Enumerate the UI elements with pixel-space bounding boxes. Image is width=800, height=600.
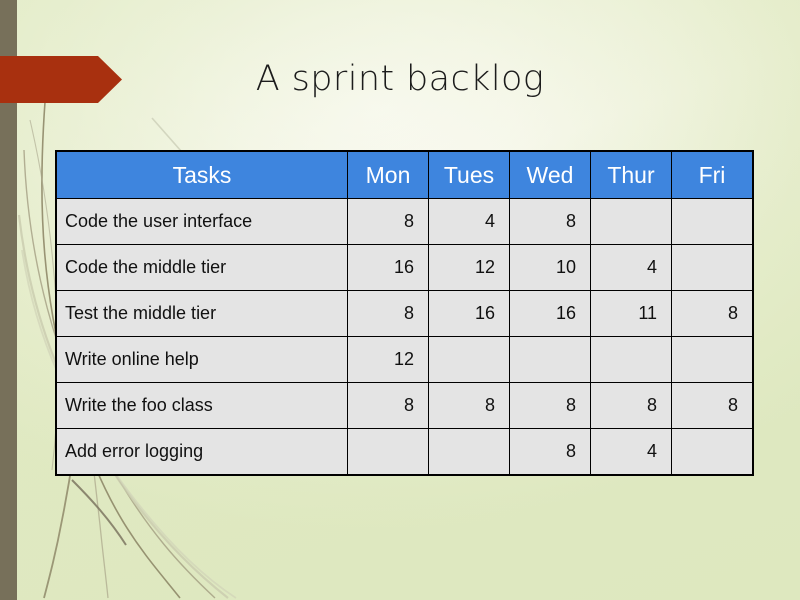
column-header-fri: Fri xyxy=(671,150,754,199)
hours-wed xyxy=(509,336,591,383)
page-title: A sprint backlog xyxy=(255,59,545,99)
hours-tues xyxy=(428,428,510,476)
hours-tues: 8 xyxy=(428,382,510,429)
hours-thur: 4 xyxy=(590,244,672,291)
hours-mon: 16 xyxy=(347,244,429,291)
task-name: Code the middle tier xyxy=(55,244,348,291)
hours-tues xyxy=(428,336,510,383)
hours-mon: 8 xyxy=(347,198,429,245)
hours-fri xyxy=(671,428,754,476)
hours-mon xyxy=(347,428,429,476)
task-name: Write online help xyxy=(55,336,348,383)
hours-thur: 11 xyxy=(590,290,672,337)
hours-thur xyxy=(590,336,672,383)
hours-fri: 8 xyxy=(671,290,754,337)
hours-fri xyxy=(671,244,754,291)
slide-canvas: A sprint backlog Tasks Mon Tues Wed Thur… xyxy=(0,0,800,600)
hours-tues: 16 xyxy=(428,290,510,337)
hours-tues: 4 xyxy=(428,198,510,245)
hours-wed: 16 xyxy=(509,290,591,337)
table-row: Test the middle tier 8 16 16 11 8 xyxy=(55,290,754,337)
table-body: Code the user interface 8 4 8 Code the m… xyxy=(55,198,754,476)
table-row: Code the middle tier 16 12 10 4 xyxy=(55,244,754,291)
column-header-wed: Wed xyxy=(509,150,591,199)
hours-mon: 12 xyxy=(347,336,429,383)
task-name: Add error logging xyxy=(55,428,348,476)
table-header: Tasks Mon Tues Wed Thur Fri xyxy=(55,150,754,199)
hours-tues: 12 xyxy=(428,244,510,291)
hours-fri: 8 xyxy=(671,382,754,429)
hours-fri xyxy=(671,336,754,383)
hours-wed: 8 xyxy=(509,428,591,476)
column-header-mon: Mon xyxy=(347,150,429,199)
hours-thur: 8 xyxy=(590,382,672,429)
task-name: Code the user interface xyxy=(55,198,348,245)
column-header-tasks: Tasks xyxy=(55,150,348,199)
hours-mon: 8 xyxy=(347,290,429,337)
task-name: Write the foo class xyxy=(55,382,348,429)
table-row: Write online help 12 xyxy=(55,336,754,383)
column-header-tues: Tues xyxy=(428,150,510,199)
hours-wed: 8 xyxy=(509,382,591,429)
hours-wed: 10 xyxy=(509,244,591,291)
table-row: Code the user interface 8 4 8 xyxy=(55,198,754,245)
hours-mon: 8 xyxy=(347,382,429,429)
hours-thur xyxy=(590,198,672,245)
sprint-backlog-table: Tasks Mon Tues Wed Thur Fri Code the use… xyxy=(55,150,754,476)
table-row: Add error logging 8 4 xyxy=(55,428,754,476)
table-row: Write the foo class 8 8 8 8 8 xyxy=(55,382,754,429)
hours-fri xyxy=(671,198,754,245)
task-name: Test the middle tier xyxy=(55,290,348,337)
hours-thur: 4 xyxy=(590,428,672,476)
column-header-thur: Thur xyxy=(590,150,672,199)
table-header-row: Tasks Mon Tues Wed Thur Fri xyxy=(55,150,754,199)
hours-wed: 8 xyxy=(509,198,591,245)
